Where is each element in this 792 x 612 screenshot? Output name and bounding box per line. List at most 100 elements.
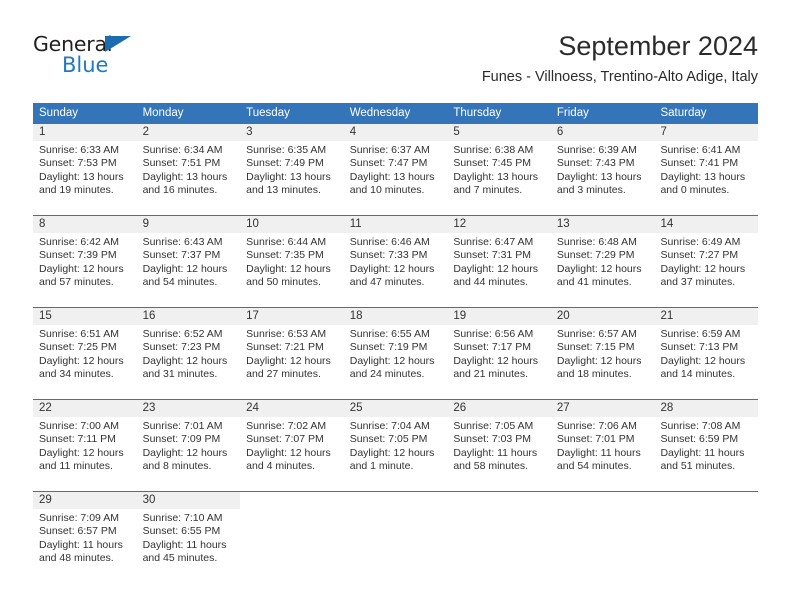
day-cell-26[interactable]: 26 Sunrise: 7:05 AM Sunset: 7:03 PM Dayligh… bbox=[447, 400, 551, 488]
day-cell-12[interactable]: 12 Sunrise: 6:47 AM Sunset: 7:31 PM Dayligh… bbox=[447, 216, 551, 304]
daylight-duration-line1: Daylight: 13 hours bbox=[556, 170, 642, 183]
day-cell-1[interactable]: 1 Sunrise: 6:33 AM Sunset: 7:53 PM Daylight… bbox=[33, 124, 137, 212]
day-number-band: 28 bbox=[654, 400, 759, 417]
sunset-time: Sunset: 7:27 PM bbox=[660, 249, 739, 262]
week-cells: 1 Sunrise: 6:33 AM Sunset: 7:53 PM Daylight… bbox=[33, 124, 759, 212]
sunrise-time: Sunrise: 6:33 AM bbox=[39, 144, 119, 156]
daylight-duration-line1: Daylight: 12 hours bbox=[142, 354, 228, 367]
sunset-time: Sunset: 7:35 PM bbox=[246, 249, 324, 262]
day-details: Sunrise: 6:53 AM Sunset: 7:21 PM Daylight:… bbox=[240, 325, 344, 381]
daylight-duration-line1: Daylight: 12 hours bbox=[349, 446, 435, 459]
day-cell-30[interactable]: 30 Sunrise: 7:10 AM Sunset: 6:55 PM Dayligh… bbox=[136, 492, 241, 580]
page-title: September 2024 bbox=[558, 31, 758, 61]
day-number-band: 21 bbox=[654, 308, 759, 325]
daylight-duration-line1: Daylight: 13 hours bbox=[39, 170, 124, 183]
day-cell-4[interactable]: 4 Sunrise: 6:37 AM Sunset: 7:47 PM Daylight… bbox=[343, 124, 448, 212]
daylight-duration-line2: and 3 minutes. bbox=[556, 183, 626, 196]
day-number-band: 23 bbox=[136, 400, 241, 417]
sunrise-time: Sunrise: 6:53 AM bbox=[246, 328, 327, 340]
daylight-duration-line1: Daylight: 13 hours bbox=[660, 170, 746, 183]
weekday-header-sunday: Sunday bbox=[39, 107, 79, 119]
day-details: Sunrise: 6:44 AM Sunset: 7:35 PM Daylight:… bbox=[240, 233, 344, 289]
daylight-duration-line1: Daylight: 12 hours bbox=[556, 354, 642, 367]
sunset-time: Sunset: 7:25 PM bbox=[39, 341, 117, 354]
day-cell-24[interactable]: 24 Sunrise: 7:02 AM Sunset: 7:07 PM Dayligh… bbox=[240, 400, 344, 488]
daylight-duration-line1: Daylight: 12 hours bbox=[246, 446, 331, 459]
daylight-duration-line1: Daylight: 12 hours bbox=[453, 262, 538, 275]
day-cell-20[interactable]: 20 Sunrise: 6:57 AM Sunset: 7:15 PM Dayligh… bbox=[550, 308, 655, 396]
day-cell-15[interactable]: 15 Sunrise: 6:51 AM Sunset: 7:25 PM Dayligh… bbox=[33, 308, 137, 396]
day-cell-2[interactable]: 2 Sunrise: 6:34 AM Sunset: 7:51 PM Daylight… bbox=[136, 124, 241, 212]
day-cell-3[interactable]: 3 Sunrise: 6:35 AM Sunset: 7:49 PM Daylight… bbox=[240, 124, 344, 212]
sunset-time: Sunset: 6:57 PM bbox=[39, 525, 117, 538]
day-details: Sunrise: 6:39 AM Sunset: 7:43 PM Daylight:… bbox=[551, 141, 655, 197]
day-cell-29[interactable]: 29 Sunrise: 7:09 AM Sunset: 6:57 PM Dayligh… bbox=[33, 492, 137, 580]
day-number: 9 bbox=[142, 218, 149, 230]
daylight-duration-line2: and 34 minutes. bbox=[39, 367, 114, 380]
sunrise-time: Sunrise: 6:42 AM bbox=[39, 236, 119, 248]
daylight-duration-line2: and 18 minutes. bbox=[556, 367, 632, 380]
day-cell-21[interactable]: 21 Sunrise: 6:59 AM Sunset: 7:13 PM Dayligh… bbox=[654, 308, 759, 396]
day-cell-18[interactable]: 18 Sunrise: 6:55 AM Sunset: 7:19 PM Dayligh… bbox=[343, 308, 448, 396]
sunrise-time: Sunrise: 7:06 AM bbox=[556, 420, 637, 432]
day-details: Sunrise: 7:00 AM Sunset: 7:11 PM Daylight:… bbox=[33, 417, 137, 473]
day-details: Sunrise: 7:05 AM Sunset: 7:03 PM Daylight:… bbox=[447, 417, 551, 473]
day-cell-5[interactable]: 5 Sunrise: 6:38 AM Sunset: 7:45 PM Daylight… bbox=[447, 124, 551, 212]
day-cell-10[interactable]: 10 Sunrise: 6:44 AM Sunset: 7:35 PM Dayligh… bbox=[240, 216, 344, 304]
day-number-band: 27 bbox=[550, 400, 655, 417]
day-cell-14[interactable]: 14 Sunrise: 6:49 AM Sunset: 7:27 PM Dayligh… bbox=[654, 216, 759, 304]
day-details: Sunrise: 6:49 AM Sunset: 7:27 PM Daylight:… bbox=[654, 233, 758, 289]
sunrise-time: Sunrise: 6:35 AM bbox=[246, 144, 327, 156]
daylight-duration-line2: and 21 minutes. bbox=[453, 367, 529, 380]
calendar-page: General Blue September 2024 Funes - Vill… bbox=[0, 0, 792, 612]
day-cell-7[interactable]: 7 Sunrise: 6:41 AM Sunset: 7:41 PM Daylight… bbox=[654, 124, 759, 212]
day-cell-9[interactable]: 9 Sunrise: 6:43 AM Sunset: 7:37 PM Daylight… bbox=[136, 216, 241, 304]
day-number: 2 bbox=[142, 126, 149, 138]
day-details: Sunrise: 7:08 AM Sunset: 6:59 PM Daylight:… bbox=[654, 417, 758, 473]
day-number: 18 bbox=[349, 310, 363, 322]
calendar-weeks: 1 Sunrise: 6:33 AM Sunset: 7:53 PM Daylight… bbox=[33, 123, 759, 580]
day-cell-empty bbox=[550, 492, 655, 580]
day-cell-11[interactable]: 11 Sunrise: 6:46 AM Sunset: 7:33 PM Dayligh… bbox=[343, 216, 448, 304]
day-number: 29 bbox=[39, 494, 52, 506]
day-cell-6[interactable]: 6 Sunrise: 6:39 AM Sunset: 7:43 PM Daylight… bbox=[550, 124, 655, 212]
sunset-time: Sunset: 7:05 PM bbox=[349, 433, 428, 446]
day-cell-19[interactable]: 19 Sunrise: 6:56 AM Sunset: 7:17 PM Dayligh… bbox=[447, 308, 551, 396]
general-blue-logo[interactable]: General Blue bbox=[33, 33, 163, 79]
sunrise-time: Sunrise: 6:46 AM bbox=[349, 236, 430, 248]
day-details: Sunrise: 6:41 AM Sunset: 7:41 PM Daylight:… bbox=[654, 141, 758, 197]
daylight-duration-line2: and 7 minutes. bbox=[453, 183, 523, 196]
daylight-duration-line2: and 8 minutes. bbox=[142, 459, 212, 472]
weekday-header-wednesday: Wednesday bbox=[349, 107, 411, 119]
sunrise-time: Sunrise: 7:01 AM bbox=[142, 420, 223, 432]
daylight-duration-line1: Daylight: 11 hours bbox=[660, 446, 745, 459]
daylight-duration-line1: Daylight: 13 hours bbox=[453, 170, 538, 183]
day-details: Sunrise: 6:46 AM Sunset: 7:33 PM Daylight:… bbox=[344, 233, 448, 289]
sunset-time: Sunset: 7:19 PM bbox=[349, 341, 428, 354]
day-number: 25 bbox=[349, 402, 363, 414]
sunrise-time: Sunrise: 6:59 AM bbox=[660, 328, 741, 340]
sunrise-time: Sunrise: 7:08 AM bbox=[660, 420, 741, 432]
day-cell-23[interactable]: 23 Sunrise: 7:01 AM Sunset: 7:09 PM Dayligh… bbox=[136, 400, 241, 488]
daylight-duration-line1: Daylight: 13 hours bbox=[246, 170, 331, 183]
daylight-duration-line2: and 27 minutes. bbox=[246, 367, 321, 380]
logo-text-blue: Blue bbox=[62, 53, 109, 77]
sunset-time: Sunset: 7:21 PM bbox=[246, 341, 324, 354]
day-cell-25[interactable]: 25 Sunrise: 7:04 AM Sunset: 7:05 PM Dayligh… bbox=[343, 400, 448, 488]
day-cell-13[interactable]: 13 Sunrise: 6:48 AM Sunset: 7:29 PM Dayligh… bbox=[550, 216, 655, 304]
day-cell-8[interactable]: 8 Sunrise: 6:42 AM Sunset: 7:39 PM Daylight… bbox=[33, 216, 137, 304]
daylight-duration-line1: Daylight: 13 hours bbox=[349, 170, 435, 183]
daylight-duration-line1: Daylight: 11 hours bbox=[142, 538, 227, 551]
day-cell-22[interactable]: 22 Sunrise: 7:00 AM Sunset: 7:11 PM Dayligh… bbox=[33, 400, 137, 488]
day-cell-27[interactable]: 27 Sunrise: 7:06 AM Sunset: 7:01 PM Dayligh… bbox=[550, 400, 655, 488]
day-number-band bbox=[240, 492, 344, 509]
sunrise-time: Sunrise: 7:10 AM bbox=[142, 512, 223, 524]
day-number-band: 29 bbox=[33, 492, 137, 509]
day-number-band: 25 bbox=[343, 400, 448, 417]
page-header: General Blue September 2024 Funes - Vill… bbox=[33, 30, 758, 92]
day-cell-28[interactable]: 28 Sunrise: 7:08 AM Sunset: 6:59 PM Dayligh… bbox=[654, 400, 759, 488]
day-cell-17[interactable]: 17 Sunrise: 6:53 AM Sunset: 7:21 PM Dayligh… bbox=[240, 308, 344, 396]
day-details: Sunrise: 6:35 AM Sunset: 7:49 PM Daylight:… bbox=[240, 141, 344, 197]
day-cell-16[interactable]: 16 Sunrise: 6:52 AM Sunset: 7:23 PM Dayligh… bbox=[136, 308, 241, 396]
day-number-band: 19 bbox=[447, 308, 551, 325]
